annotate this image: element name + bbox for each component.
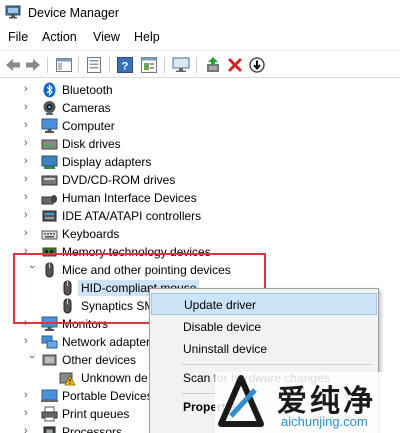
other-devices-icon [42,354,57,366]
device-manager-icon [5,5,21,19]
tree-node-label: Human Interface Devices [62,191,197,205]
tree-node-bluetooth[interactable]: › Bluetooth [0,81,380,99]
menu-help[interactable]: Help [134,30,160,44]
expand-chevron-icon[interactable]: › [24,389,34,403]
collapse-chevron-icon[interactable]: › [24,355,38,365]
keyboard-icon [41,230,58,240]
bluetooth-icon [43,82,56,98]
properties-icon[interactable] [85,56,103,74]
ide-controller-icon [42,210,57,222]
tree-node-human-interface-devices[interactable]: › Human Interface Devices [0,189,380,207]
network-adapter-icon [41,335,58,349]
view-icon[interactable] [140,56,158,74]
hid-icon [41,195,57,205]
processor-icon [43,426,56,433]
tree-node-label: IDE ATA/ATAPI controllers [62,209,202,223]
toolbar: ? [0,50,400,78]
toolbar-separator [164,57,165,73]
tree-node-label: DVD/CD-ROM drives [62,173,176,187]
expand-chevron-icon[interactable]: › [24,227,34,241]
toolbar-separator [196,57,197,73]
toolbar-separator [78,57,79,73]
toolbar-separator [109,57,110,73]
tree-node-cameras[interactable]: › Cameras [0,99,380,117]
disk-drive-icon [41,139,58,150]
show-hide-tree-icon[interactable] [55,56,73,74]
tree-node-display-adapters[interactable]: › Display adapters [0,153,380,171]
back-icon[interactable] [4,56,22,74]
disable-icon[interactable] [248,56,266,74]
window-title: Device Manager [28,6,120,20]
expand-chevron-icon[interactable]: › [24,335,34,349]
tree-node-label: Keyboards [62,227,120,241]
tree-node-label: Portable Devices [62,389,153,403]
toolbar-separator [47,57,48,73]
title-bar: Device Manager [0,0,400,26]
expand-chevron-icon[interactable]: › [24,173,34,187]
camera-icon [43,101,56,115]
watermark: 爱纯净 aichunjing.com [215,372,400,433]
tree-node-ide-controllers[interactable]: › IDE ATA/ATAPI controllers [0,207,380,225]
tree-node-label: Processors [62,425,123,433]
update-driver-icon[interactable] [204,56,222,74]
menu-disable-device[interactable]: Disable device [151,316,377,338]
expand-chevron-icon[interactable]: › [24,425,34,433]
expand-chevron-icon[interactable]: › [24,155,34,169]
menu-action[interactable]: Action [42,30,77,44]
svg-text:?: ? [122,61,129,73]
menu-view[interactable]: View [93,30,120,44]
tree-node-label: Display adapters [62,155,152,169]
tree-node-label: Disk drives [62,137,121,151]
forward-icon[interactable] [24,56,42,74]
menu-update-driver[interactable]: Update driver [151,293,377,315]
tree-node-label: Bluetooth [62,83,113,97]
unknown-device-warning-icon [59,372,76,386]
tree-node-label: Computer [62,119,115,133]
expand-chevron-icon[interactable]: › [24,191,34,205]
tree-node-keyboards[interactable]: › Keyboards [0,225,380,243]
expand-chevron-icon[interactable]: › [24,209,34,223]
menu-bar: File Action View Help [0,28,400,48]
dvd-drive-icon [41,175,58,186]
tree-node-dvd-cd-rom-drives[interactable]: › DVD/CD-ROM drives [0,171,380,189]
tree-node-computer[interactable]: › Computer [0,117,380,135]
portable-device-icon [41,389,58,402]
menu-file[interactable]: File [8,30,28,44]
tree-node-label: Unknown de [81,371,148,385]
tree-node-label: Print queues [62,407,130,421]
watermark-url: aichunjing.com [281,414,368,429]
expand-chevron-icon[interactable]: › [24,101,34,115]
monitor-scan-icon[interactable] [172,56,190,74]
menu-separator [182,364,372,365]
menu-uninstall-device[interactable]: Uninstall device [151,338,377,360]
expand-chevron-icon[interactable]: › [24,407,34,421]
tree-node-disk-drives[interactable]: › Disk drives [0,135,380,153]
tree-node-label: Network adapters [62,335,157,349]
expand-chevron-icon[interactable]: › [24,83,34,97]
expand-chevron-icon[interactable]: › [24,119,34,133]
help-icon[interactable]: ? [116,56,134,74]
expand-chevron-icon[interactable]: › [24,137,34,151]
tree-node-label: Cameras [62,101,111,115]
printer-icon [41,406,58,422]
uninstall-icon[interactable] [226,56,244,74]
computer-icon [41,118,58,133]
display-adapter-icon [41,155,58,169]
tree-node-label: Other devices [62,353,137,367]
